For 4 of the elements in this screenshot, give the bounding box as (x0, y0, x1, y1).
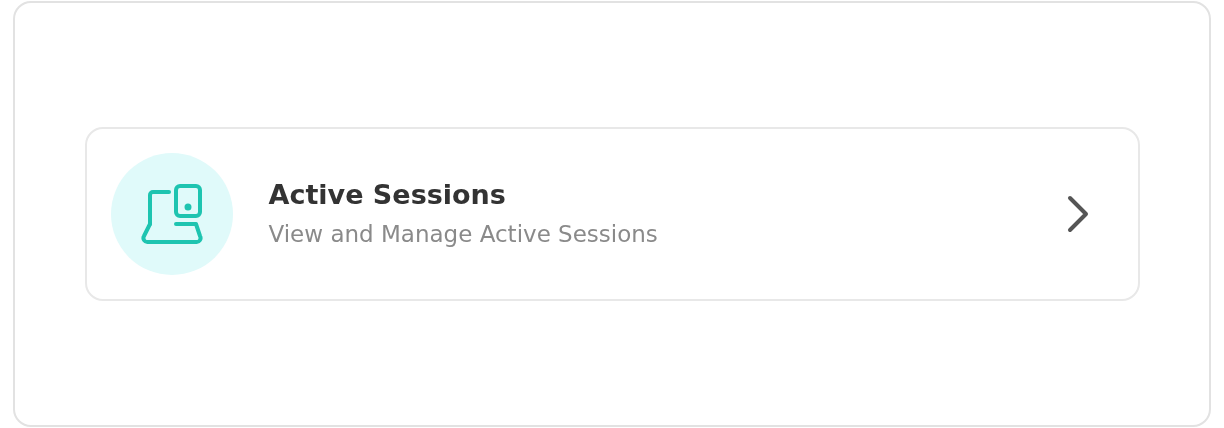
active-sessions-item[interactable]: Active Sessions View and Manage Active Sessions (84, 127, 1140, 301)
item-title: Active Sessions (268, 179, 507, 212)
chevron-right-icon (1065, 194, 1090, 234)
item-subtitle: View and Manage Active Sessions (268, 221, 659, 249)
